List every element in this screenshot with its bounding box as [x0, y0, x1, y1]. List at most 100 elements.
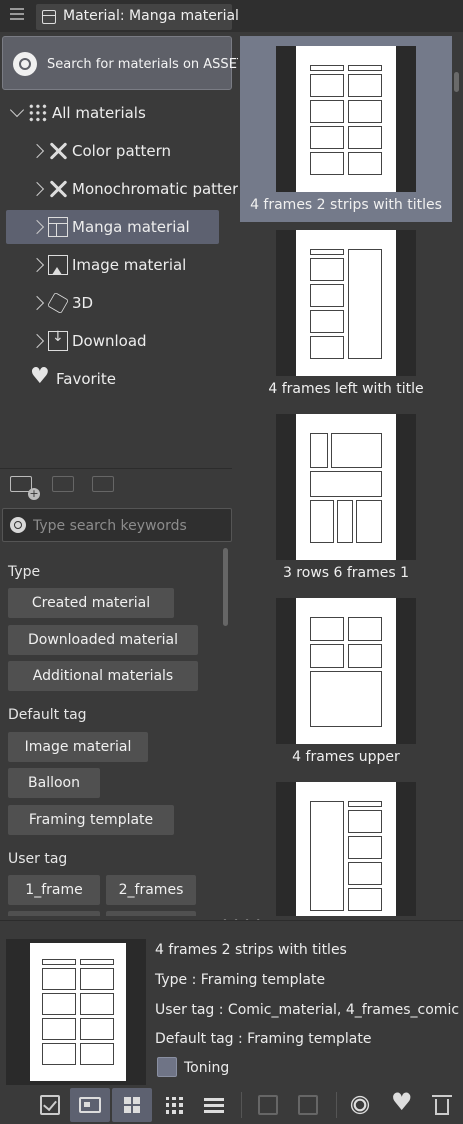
detail-user-tag: User tag : Comic_material, 4_frames_comi… — [155, 1002, 460, 1018]
search-assets-button[interactable]: Search for materials on ASSETS — [2, 36, 253, 90]
3d-cube-icon — [47, 292, 69, 314]
replace-material-button[interactable] — [288, 1088, 328, 1122]
tag-partial[interactable] — [8, 911, 100, 916]
image-material-icon — [48, 255, 68, 275]
tree-item-3d[interactable]: 3D — [29, 286, 93, 320]
tag-1-frame[interactable]: 1_frame — [8, 875, 100, 905]
material-card-label: 3 rows 6 frames 1 — [282, 565, 410, 581]
tree-item-image-material[interactable]: Image material — [29, 248, 187, 282]
chevron-right-icon[interactable] — [29, 333, 45, 349]
select-checkbox-button[interactable] — [30, 1088, 70, 1122]
material-bottom-toolbar — [0, 1086, 463, 1124]
color-pattern-icon — [48, 141, 68, 161]
paste-canvas-icon — [258, 1095, 278, 1115]
tree-item-all-materials[interactable]: All materials — [9, 96, 146, 130]
detail-type: Type : Framing template — [155, 972, 326, 988]
toning-color-swatch — [157, 1057, 177, 1077]
add-favorite-button[interactable] — [382, 1088, 422, 1122]
toolbar-divider — [241, 1092, 242, 1118]
keyword-search-box — [2, 508, 232, 542]
view-small-thumbnails-button[interactable] — [154, 1088, 194, 1122]
tree-item-monochromatic-pattern[interactable]: Monochromatic patter — [29, 172, 239, 206]
tag-image-material[interactable]: Image material — [8, 732, 148, 762]
toolbar-divider — [336, 1092, 337, 1118]
tree-item-favorite[interactable]: Favorite — [30, 362, 116, 396]
detail-card-icon — [79, 1097, 101, 1113]
detail-default-tag: Default tag : Framing template — [155, 1031, 372, 1047]
chevron-right-icon[interactable] — [29, 219, 45, 235]
material-panel-title: Material: Manga material — [63, 8, 239, 24]
chevron-right-icon[interactable] — [29, 257, 45, 273]
tag-created-material[interactable]: Created material — [8, 588, 174, 618]
material-card[interactable]: 4 frames upper — [240, 588, 452, 774]
edit-folder-icon[interactable] — [92, 476, 114, 492]
tag-additional-materials[interactable]: Additional materials — [8, 661, 198, 691]
tree-item-label: Color pattern — [72, 142, 172, 160]
view-detail-button[interactable] — [70, 1088, 110, 1122]
material-card[interactable]: 4 frames 2 strips with titles — [240, 36, 452, 222]
hamburger-menu-icon[interactable] — [10, 8, 24, 22]
tree-item-label: Monochromatic patter — [72, 180, 239, 198]
material-panel-tab[interactable]: Material: Manga material — [36, 4, 239, 30]
paste-to-canvas-button[interactable] — [248, 1088, 288, 1122]
all-materials-icon — [28, 103, 48, 123]
tag-partial[interactable] — [106, 911, 196, 916]
detail-name: 4 frames 2 strips with titles — [155, 942, 347, 958]
search-icon[interactable] — [10, 517, 26, 533]
material-list-panel: 4 frames 2 strips with titles 4 frames l… — [238, 32, 463, 916]
material-card-label: 4 frames upper — [292, 749, 400, 765]
material-thumbnail — [276, 598, 416, 744]
tree-item-label: Image material — [72, 256, 187, 274]
checkbox-icon — [40, 1095, 60, 1115]
gear-icon — [353, 1098, 367, 1112]
chevron-down-icon[interactable] — [9, 102, 25, 118]
delete-folder-icon[interactable] — [52, 476, 74, 492]
material-tree-panel: Search for materials on ASSETS All mater… — [0, 32, 253, 464]
tree-item-manga-material[interactable]: Manga material — [6, 210, 219, 244]
grid-large-icon — [124, 1097, 140, 1113]
material-card[interactable] — [240, 772, 452, 916]
tree-item-color-pattern[interactable]: Color pattern — [29, 134, 172, 168]
tag-framing-template[interactable]: Framing template — [8, 805, 174, 835]
tag-panel-scrollbar[interactable] — [223, 548, 228, 626]
replace-icon — [298, 1095, 318, 1115]
new-folder-icon[interactable] — [10, 476, 40, 500]
material-preview — [6, 939, 146, 1085]
tree-item-label: Download — [72, 332, 147, 350]
delete-material-button[interactable] — [422, 1088, 462, 1122]
manga-material-icon — [48, 217, 68, 237]
assets-logo-icon — [13, 52, 37, 76]
material-thumbnail — [276, 414, 416, 560]
list-view-icon — [204, 1095, 224, 1115]
tree-item-download[interactable]: Download — [29, 324, 147, 358]
type-heading: Type — [8, 564, 41, 580]
tag-2-frames[interactable]: 2_frames — [106, 875, 196, 905]
chevron-right-icon[interactable] — [29, 181, 45, 197]
material-thumbnail — [276, 782, 416, 916]
search-input[interactable] — [33, 513, 228, 539]
trash-icon — [432, 1095, 452, 1115]
search-assets-label: Search for materials on ASSETS — [47, 57, 254, 72]
detail-toning: Toning — [184, 1060, 230, 1076]
tag-balloon[interactable]: Balloon — [8, 768, 100, 798]
material-list-scrollbar[interactable] — [454, 72, 459, 92]
panel-titlebar: Material: Manga material — [0, 0, 463, 32]
material-card[interactable]: 3 rows 6 frames 1 — [240, 404, 452, 590]
monochromatic-pattern-icon — [48, 179, 68, 199]
view-list-button[interactable] — [194, 1088, 234, 1122]
material-properties-button[interactable] — [340, 1088, 380, 1122]
material-card[interactable]: 4 frames left with title — [240, 220, 452, 406]
folder-toolbar — [0, 468, 232, 500]
material-card-label: 4 frames 2 strips with titles — [250, 197, 442, 213]
tag-downloaded-material[interactable]: Downloaded material — [8, 625, 198, 655]
download-icon — [48, 329, 68, 351]
tree-item-label: Favorite — [56, 370, 116, 388]
material-detail-panel: 4 frames 2 strips with titles Type : Fra… — [0, 920, 463, 1085]
heart-icon — [391, 1088, 413, 1116]
view-large-thumbnails-button[interactable] — [112, 1088, 152, 1122]
user-tag-heading: User tag — [8, 851, 68, 867]
chevron-right-icon[interactable] — [29, 143, 45, 159]
material-thumbnail — [276, 46, 416, 192]
tree-item-label: Manga material — [72, 218, 190, 236]
chevron-right-icon[interactable] — [29, 295, 45, 311]
